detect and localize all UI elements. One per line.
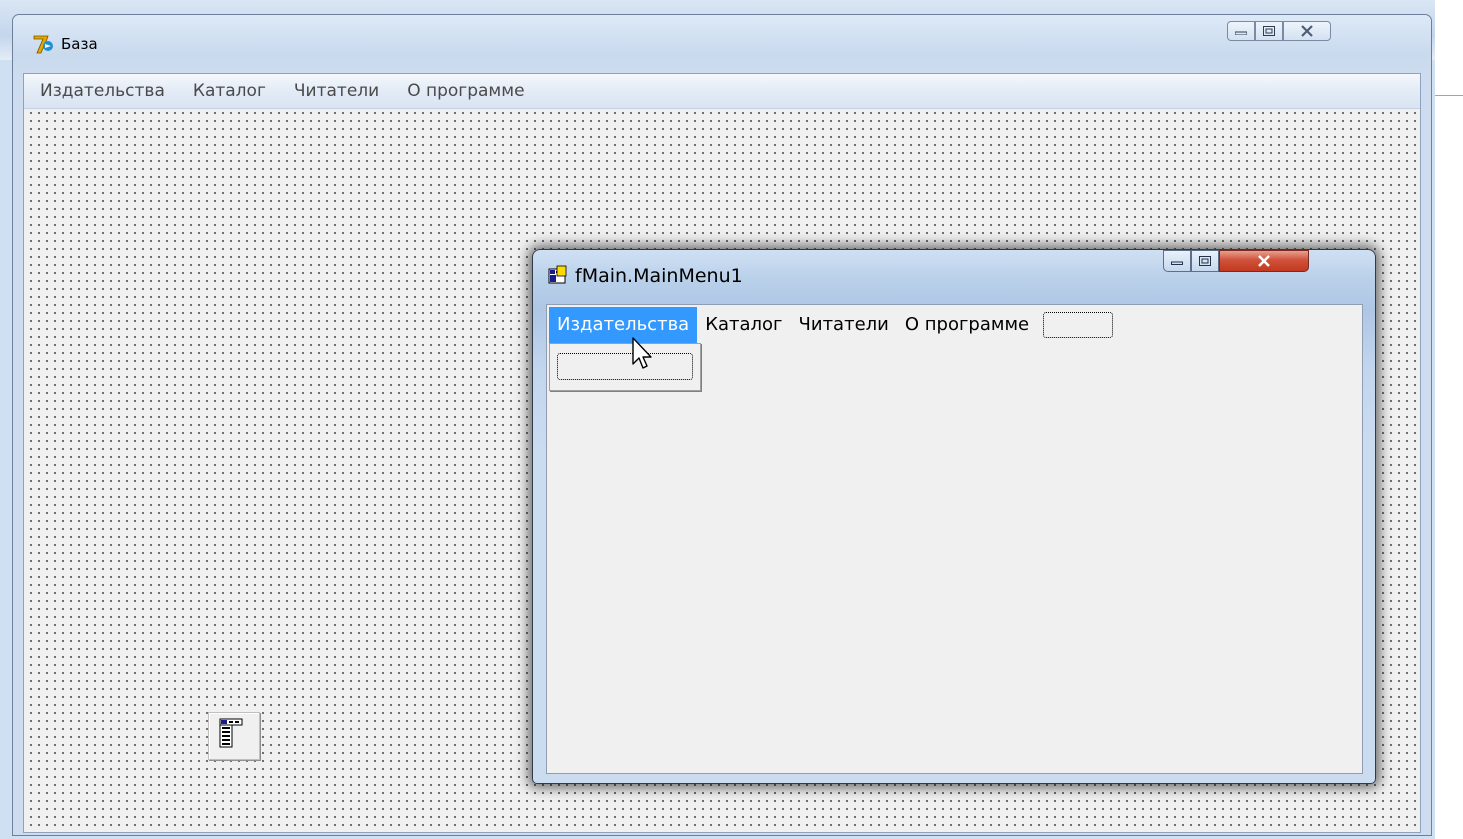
main-window-title: База — [61, 35, 98, 53]
menu-designer-caption-buttons — [1163, 250, 1309, 272]
minimize-icon[interactable] — [1163, 250, 1191, 272]
background-panel — [1435, 0, 1463, 839]
delphi-logo-icon — [33, 33, 55, 55]
maximize-icon[interactable] — [1191, 250, 1219, 272]
menu-designer-title: fMain.MainMenu1 — [575, 265, 743, 287]
minimize-icon[interactable] — [1227, 21, 1255, 41]
close-icon[interactable] — [1283, 21, 1331, 41]
main-window-titlebar: База — [33, 33, 98, 55]
menu-about[interactable]: О программе — [393, 81, 538, 101]
menu-designer-window[interactable]: fMain.MainMenu1 Издательства Каталог Чит… — [532, 249, 1376, 784]
designer-menu-readers[interactable]: Читатели — [791, 307, 897, 343]
menu-readers[interactable]: Читатели — [280, 81, 393, 101]
mouse-pointer-icon — [631, 337, 657, 375]
divider — [1435, 95, 1463, 96]
menu-catalog[interactable]: Каталог — [179, 81, 280, 101]
menu-designer-canvas[interactable]: Издательства Каталог Читатели О программ… — [546, 304, 1363, 774]
menu-designer-titlebar: fMain.MainMenu1 — [547, 264, 743, 288]
close-icon[interactable] — [1219, 250, 1309, 272]
designer-menu-catalog[interactable]: Каталог — [697, 307, 790, 343]
main-window-caption-buttons — [1227, 21, 1331, 43]
menu-designer-icon — [547, 264, 567, 288]
new-menu-item-placeholder[interactable] — [1043, 312, 1114, 338]
main-menu-component-icon[interactable] — [208, 712, 260, 760]
maximize-icon[interactable] — [1255, 21, 1283, 41]
submenu-dropdown — [549, 343, 701, 391]
designer-menu-about[interactable]: О программе — [897, 307, 1037, 343]
main-menubar: Издательства Каталог Читатели О программ… — [24, 74, 1420, 109]
new-submenu-item-placeholder[interactable] — [557, 353, 693, 380]
designer-menu-publishers[interactable]: Издательства — [549, 307, 698, 343]
menu-publishers[interactable]: Издательства — [24, 81, 179, 101]
